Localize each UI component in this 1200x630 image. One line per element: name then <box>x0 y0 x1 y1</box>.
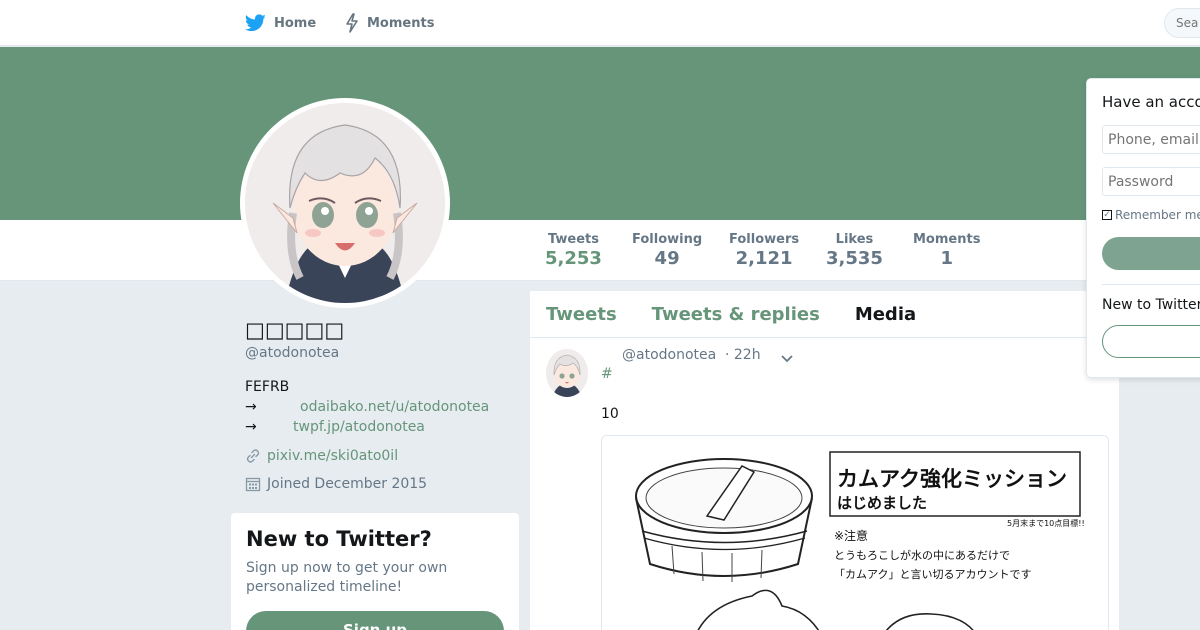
link-icon <box>245 448 263 464</box>
new-to-twitter-card: New to Twitter? Sign up now to get your … <box>231 513 519 630</box>
tweet-handle[interactable]: @atodonotea <box>622 347 716 363</box>
bio-line: → twpf.jp/atodonotea <box>245 417 489 437</box>
remember-me-label: Remember me <box>1115 208 1200 222</box>
media-deadline: 5月末まで10点目標!! <box>1007 518 1085 528</box>
nav-home[interactable]: Home <box>245 0 316 46</box>
tab-tweets-replies[interactable]: Tweets & replies <box>652 304 820 325</box>
login-divider <box>1102 284 1200 285</box>
login-signup-button[interactable]: Si <box>1102 325 1200 358</box>
lightning-icon <box>345 13 359 33</box>
login-new-to-twitter: New to Twitter <box>1102 297 1200 313</box>
media-note-line2: 「カムアク」と言い切るアカウントです <box>834 568 1031 581</box>
bio-arrow: → <box>245 419 257 435</box>
new-to-twitter-subtitle: Sign up now to get your own personalized… <box>246 560 448 595</box>
stat-likes[interactable]: Likes 3,535 <box>826 232 883 269</box>
tweet-avatar[interactable] <box>546 349 588 397</box>
active-stat-underline <box>530 57 617 61</box>
profile-joined-row: Joined December 2015 <box>245 476 427 492</box>
stat-value: 2,121 <box>735 248 793 269</box>
profile-name[interactable]: □□□□□ <box>245 318 344 342</box>
new-to-twitter-title: New to Twitter? <box>246 527 432 551</box>
bio-line: FEFRB <box>245 377 489 397</box>
media-title-line1: カムアク強化ミッション <box>837 467 1067 491</box>
tweet-text: 10 <box>601 406 619 422</box>
sign-up-button[interactable]: Sign up <box>246 611 504 630</box>
timeline: Tweets Tweets & replies Media @atodonote… <box>530 291 1119 630</box>
bio-link-odaibako[interactable]: odaibako.net/u/atodonotea <box>300 397 489 417</box>
tab-media[interactable]: Media <box>855 304 916 325</box>
avatar-image <box>245 103 445 303</box>
stat-value: 5,253 <box>545 248 602 269</box>
stat-label: Following <box>632 232 703 247</box>
login-dropdown: Have an account? ✓ Remember me L New to … <box>1086 78 1200 378</box>
bio-text: FEFRB <box>245 379 290 395</box>
profile-handle[interactable]: @atodonotea <box>245 345 339 361</box>
profile-url-link[interactable]: pixiv.me/ski0ato0il <box>267 448 398 464</box>
bio-spacer <box>270 417 293 437</box>
stat-followers[interactable]: Followers 2,121 <box>729 232 799 269</box>
bio-line: → odaibako.net/u/atodonotea <box>245 397 489 417</box>
stat-label: Followers <box>729 232 800 247</box>
chevron-down-icon[interactable] <box>780 349 794 368</box>
remember-me-row[interactable]: ✓ Remember me <box>1102 208 1200 222</box>
timeline-tabs: Tweets Tweets & replies Media <box>530 291 1119 338</box>
profile-bio: FEFRB → odaibako.net/u/atodonotea → twpf… <box>245 377 489 437</box>
tweet-hashtag[interactable]: # <box>601 366 613 382</box>
media-note-head: ※注意 <box>834 528 868 543</box>
tab-tweets[interactable]: Tweets <box>546 304 617 325</box>
profile-joined-text: Joined December 2015 <box>267 476 428 492</box>
stat-value: 1 <box>940 248 953 269</box>
stat-label: Tweets <box>547 232 599 247</box>
stat-following[interactable]: Following 49 <box>632 232 702 269</box>
stat-tweets[interactable]: Tweets 5,253 <box>545 232 602 269</box>
top-navigation: Home Moments <box>0 0 1200 46</box>
stat-value: 49 <box>654 248 680 269</box>
profile-url-row: pixiv.me/ski0ato0il <box>245 448 398 464</box>
search-input[interactable] <box>1164 8 1200 38</box>
profile-stats-bar: Tweets 5,253 Following 49 Followers 2,12… <box>0 220 1200 281</box>
password-field[interactable] <box>1102 167 1200 196</box>
stat-value: 3,535 <box>826 248 883 269</box>
stat-label: Likes <box>835 232 874 247</box>
stat-moments[interactable]: Moments 1 <box>913 232 980 269</box>
media-title-line2: はじめました <box>837 494 927 512</box>
remember-me-checkbox[interactable]: ✓ <box>1102 210 1112 220</box>
bio-arrow: → <box>245 399 257 415</box>
login-title: Have an account? <box>1102 93 1200 111</box>
calendar-icon <box>245 476 263 492</box>
tweet-media-image[interactable]: カムアク強化ミッション はじめました 5月末まで10点目標!! ※注意 とうもろ… <box>601 435 1109 630</box>
profile-banner <box>0 47 1200 220</box>
tweet-time[interactable]: · 22h <box>725 347 761 363</box>
nav-home-label: Home <box>274 15 317 31</box>
nav-moments[interactable]: Moments <box>345 0 434 46</box>
login-button[interactable]: L <box>1102 237 1200 270</box>
profile-avatar[interactable] <box>240 98 450 308</box>
nav-moments-label: Moments <box>367 15 435 31</box>
bio-spacer <box>270 397 300 417</box>
bio-link-twpf[interactable]: twpf.jp/atodonotea <box>293 417 425 437</box>
twitter-bird-icon <box>245 14 266 32</box>
media-note-line1: とうもろこしが水の中にあるだけで <box>834 548 1010 562</box>
stat-label: Moments <box>913 232 981 247</box>
phone-email-field[interactable] <box>1102 125 1200 154</box>
